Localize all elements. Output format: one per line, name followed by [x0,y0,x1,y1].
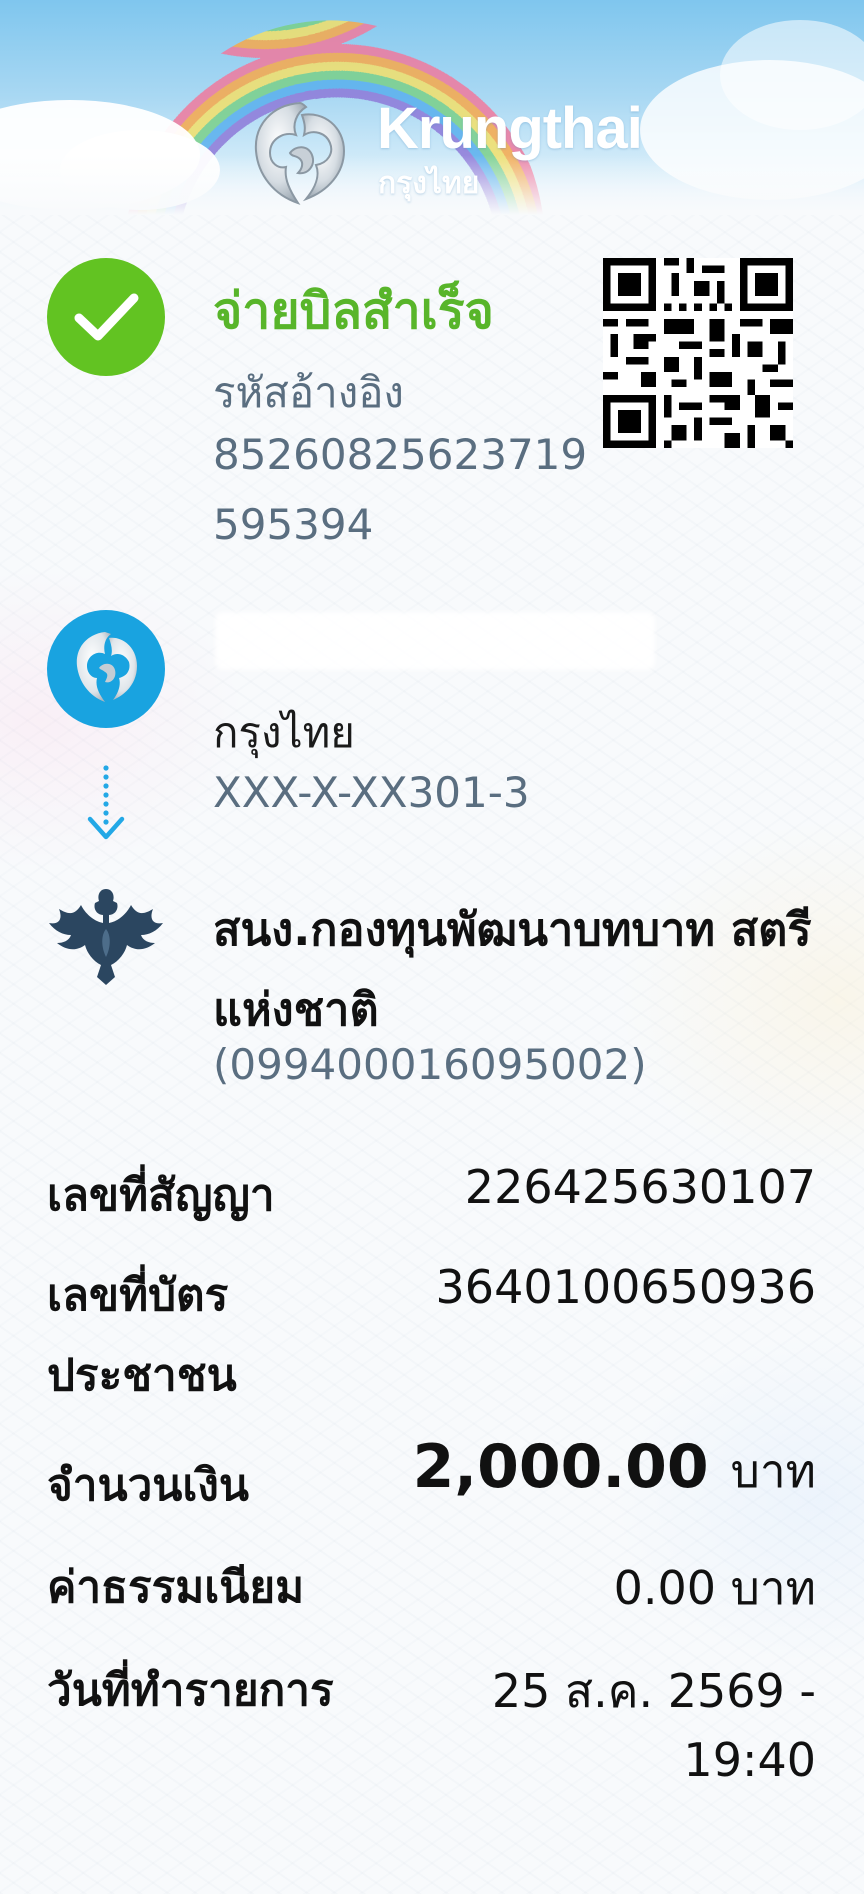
fee-value: 0.00 บาท [613,1561,816,1615]
amount-value: 2,000.00 [412,1432,709,1502]
check-icon [74,293,139,341]
id-card-number-value: 3640100650936 [435,1260,816,1314]
receiver-name: สนง.กองทุนพัฒนาบทบาท สตรีแห่งชาติ [213,903,812,1036]
receiver-tax-id: (099400016095002) [213,1040,647,1089]
amount-unit: บาท [730,1444,816,1498]
dotted-arrow-down-icon [87,765,125,840]
krungthai-bird-logo-icon [254,101,346,205]
masked-sender-name [215,612,655,670]
id-card-label-line1: เลขที่บัตร [47,1270,229,1321]
header-banner: Krungthai กรุงไทย [0,0,864,215]
amount-row: 2,000.00 บาท [413,1432,816,1508]
reference-number-continued: 595394 [213,500,374,549]
reference-label: รหัสอ้างอิง [213,368,404,417]
transaction-time-value: 19:40 [683,1733,816,1787]
sender-bank-name: กรุงไทย [213,708,355,757]
amount-label: จำนวนเงิน [47,1460,249,1511]
status-title: จ่ายบิลสำเร็จ [213,282,494,340]
transaction-date-value: 25 ส.ค. 2569 - [491,1664,816,1718]
qr-code-icon[interactable] [603,258,793,448]
contract-number-label: เลขที่สัญญา [47,1170,275,1221]
brand-name-th: กรุงไทย [378,166,480,201]
sender-account-number: XXX-X-XX301-3 [213,768,530,817]
contract-number-value: 226425630107 [464,1160,816,1214]
garuda-emblem-icon [49,889,163,985]
id-card-label-line2: ประชาชน [47,1350,237,1401]
transaction-date-label: วันที่ทำรายการ [47,1665,334,1716]
brand-name-en: Krungthai [377,96,643,161]
fee-label: ค่าธรรมเนียม [47,1562,305,1613]
success-check-icon [47,258,165,376]
krungthai-logo-icon [47,610,165,728]
reference-number: 85260825623719 [213,430,588,479]
